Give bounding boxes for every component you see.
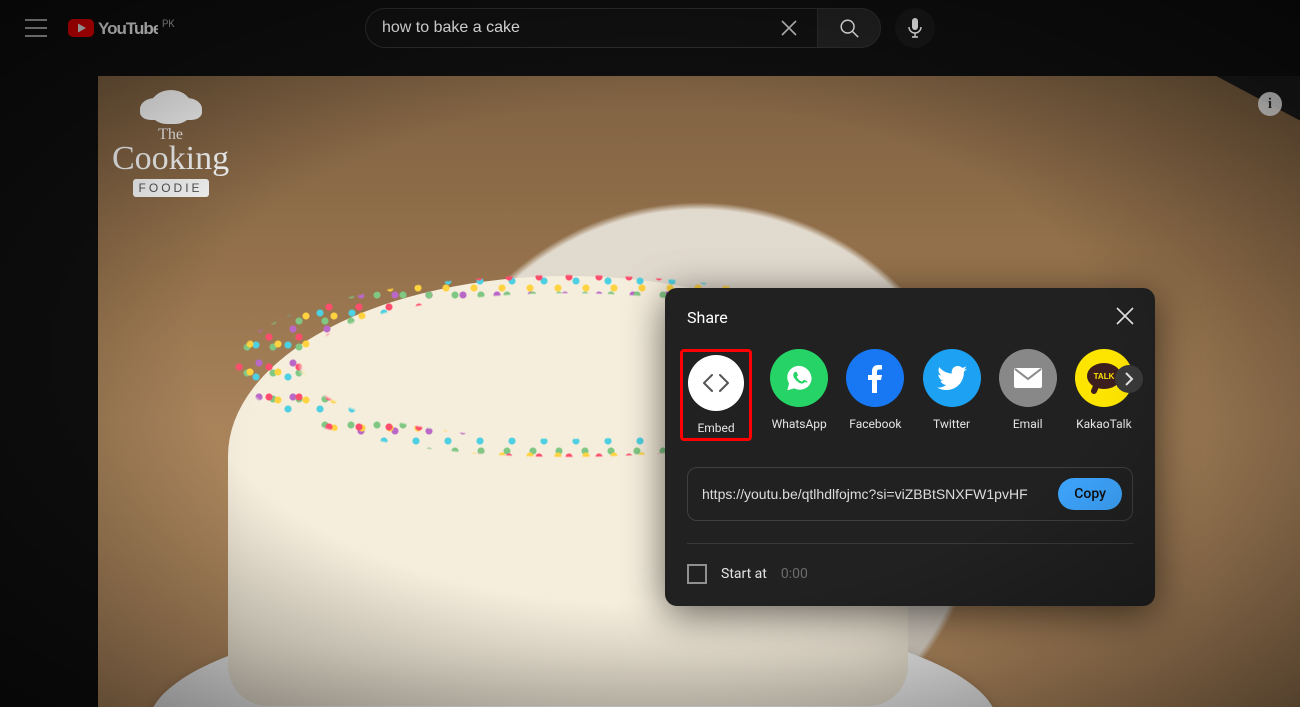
share-option-facebook[interactable]: Facebook — [846, 349, 904, 431]
channel-logo-line2: Cooking — [112, 144, 229, 175]
knife — [615, 76, 1300, 152]
search-button[interactable] — [817, 8, 881, 48]
twitter-icon — [937, 366, 967, 390]
share-url-row: https://youtu.be/qtlhdlfojmc?si=viZBBtSN… — [687, 467, 1133, 521]
close-icon — [780, 19, 798, 37]
close-icon — [1115, 306, 1135, 326]
share-option-embed[interactable]: Embed — [680, 349, 752, 441]
region-code: PK — [162, 19, 175, 30]
share-option-label: KakaoTalk — [1075, 417, 1133, 431]
channel-logo-line1: The — [112, 126, 229, 144]
copy-button[interactable]: Copy — [1058, 478, 1122, 510]
search-bar — [365, 8, 935, 48]
facebook-icon — [867, 363, 883, 393]
start-at-time[interactable]: 0:00 — [781, 566, 808, 582]
share-option-whatsapp[interactable]: WhatsApp — [770, 349, 828, 431]
clear-search-button[interactable] — [777, 16, 801, 40]
hamburger-icon — [25, 19, 47, 37]
info-button[interactable]: i — [1258, 92, 1282, 116]
header: YouTube PK — [0, 0, 1300, 56]
search-input[interactable] — [382, 19, 777, 37]
svg-text:YouTube: YouTube — [98, 19, 158, 38]
email-icon — [1013, 367, 1043, 389]
divider — [687, 543, 1133, 544]
youtube-logo[interactable]: YouTube PK — [68, 17, 175, 39]
share-option-label: Embed — [686, 421, 746, 435]
chef-hat-icon — [150, 90, 192, 124]
share-option-label: Facebook — [846, 417, 904, 431]
channel-logo-line3: FOODIE — [133, 179, 209, 197]
embed-icon — [701, 373, 731, 393]
start-at-label: Start at — [721, 566, 767, 582]
microphone-icon — [907, 18, 923, 38]
share-options-row: Embed WhatsApp Facebook Twitter Email — [687, 349, 1133, 441]
chevron-right-icon — [1124, 372, 1134, 386]
start-at-row: Start at 0:00 — [687, 564, 1133, 584]
voice-search-button[interactable] — [895, 8, 935, 48]
share-dialog-title: Share — [687, 308, 1133, 327]
share-option-label: Twitter — [922, 417, 980, 431]
share-option-label: Email — [999, 417, 1057, 431]
search-box[interactable] — [365, 8, 817, 48]
share-dialog-close-button[interactable] — [1109, 300, 1141, 332]
start-at-checkbox[interactable] — [687, 564, 707, 584]
share-options-next-button[interactable] — [1115, 365, 1143, 393]
svg-text:TALK: TALK — [1094, 372, 1115, 381]
search-icon — [838, 17, 860, 39]
share-option-label: WhatsApp — [770, 417, 828, 431]
whatsapp-icon — [784, 363, 814, 393]
channel-logo: The Cooking FOODIE — [112, 90, 229, 197]
share-option-twitter[interactable]: Twitter — [922, 349, 980, 431]
share-option-email[interactable]: Email — [999, 349, 1057, 431]
share-dialog: Share Embed WhatsApp Facebook Twit — [665, 288, 1155, 606]
share-url-text[interactable]: https://youtu.be/qtlhdlfojmc?si=viZBBtSN… — [702, 486, 1058, 502]
youtube-logo-icon: YouTube — [68, 17, 158, 39]
menu-button[interactable] — [16, 8, 56, 48]
